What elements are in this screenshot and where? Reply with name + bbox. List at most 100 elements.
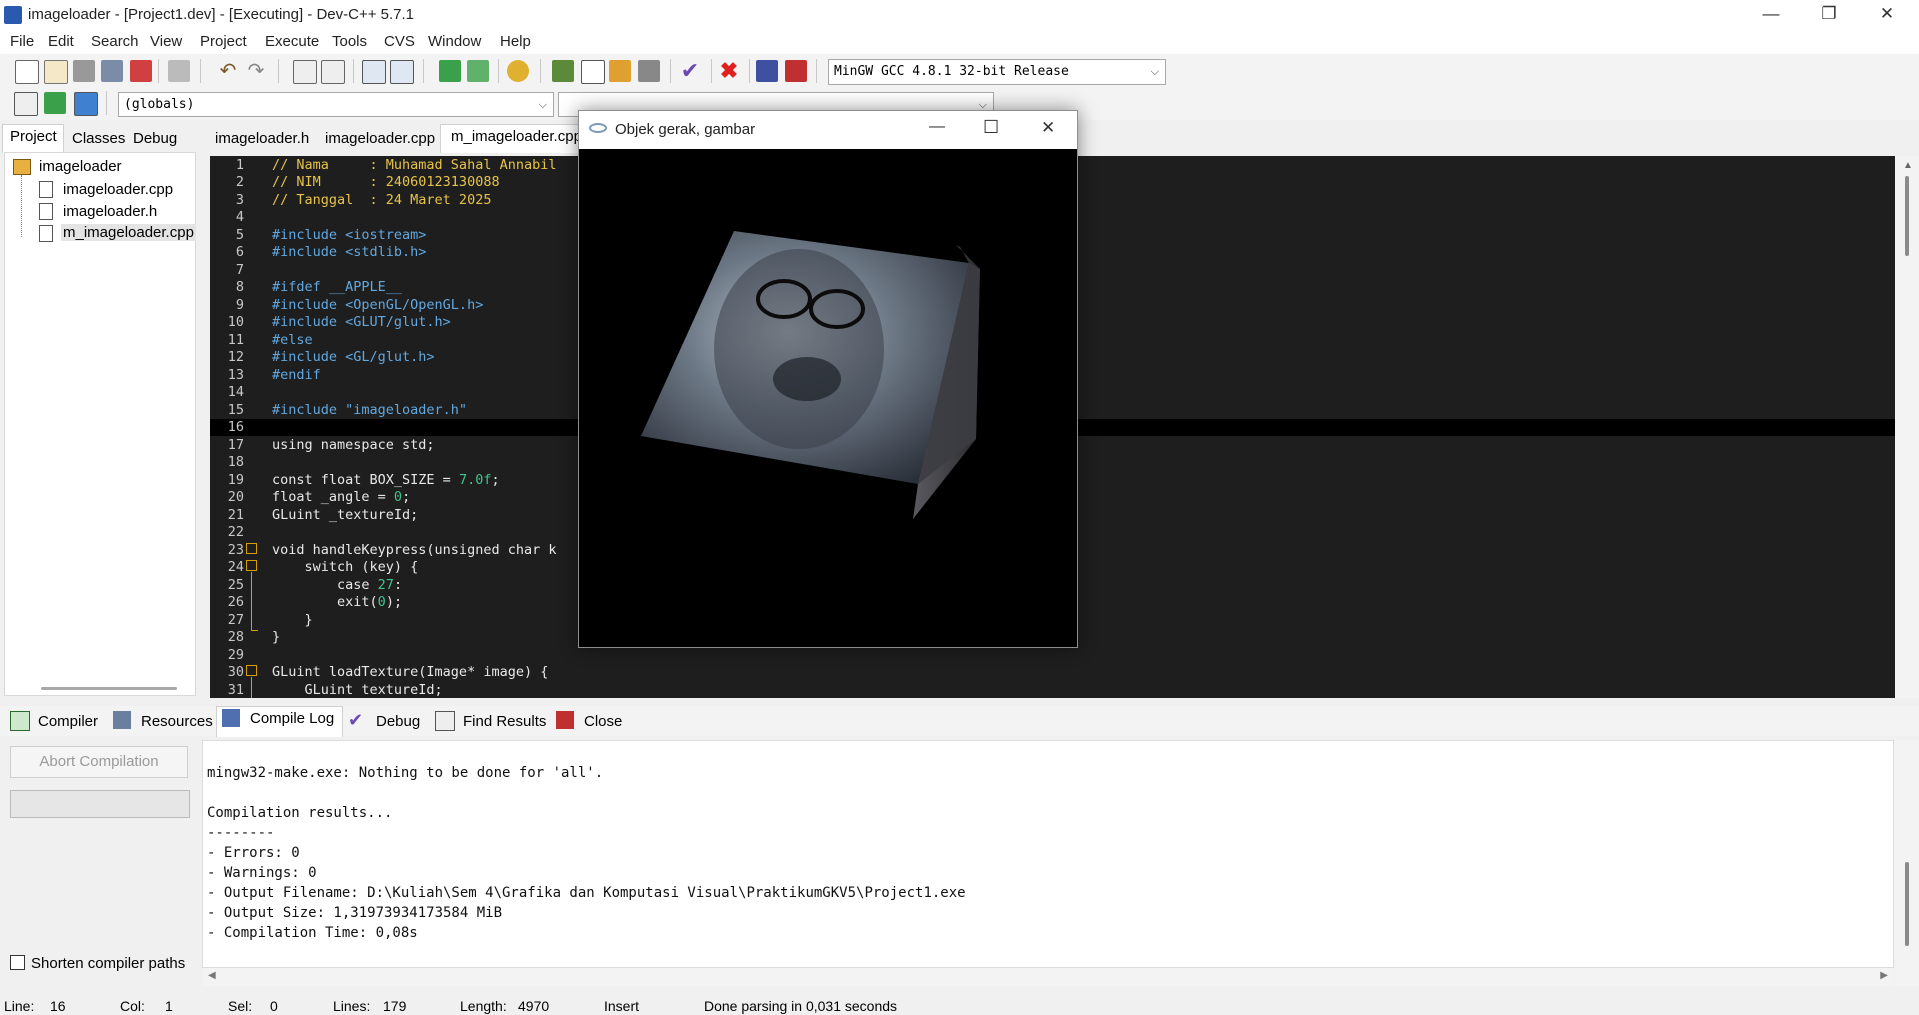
tab-imageloader-cpp[interactable]: imageloader.cpp: [325, 130, 435, 147]
toolbar-separator: [711, 59, 712, 83]
run-icon[interactable]: [581, 60, 605, 84]
scrollbar-thumb[interactable]: [1905, 862, 1909, 946]
line-number: 3: [235, 192, 244, 208]
scroll-right-icon[interactable]: ▶: [1880, 970, 1888, 981]
log-line: - Errors: 0: [207, 845, 300, 861]
tree-file-imageloader-h[interactable]: imageloader.h: [63, 203, 157, 220]
profile-icon[interactable]: [756, 60, 778, 82]
log-hscrollbar[interactable]: ◀ ▶: [202, 968, 1894, 986]
menu-window[interactable]: Window: [428, 33, 481, 50]
code-token: ;: [402, 489, 411, 505]
open-project-icon[interactable]: [44, 60, 68, 84]
line-number: 29: [227, 647, 244, 663]
syntax-check-icon[interactable]: ✔: [679, 60, 701, 82]
fold-marker-icon[interactable]: [246, 543, 257, 554]
compile-log[interactable]: mingw32-make.exe: Nothing to be done for…: [202, 740, 1894, 968]
menu-file[interactable]: File: [10, 33, 34, 50]
indent-icon[interactable]: [362, 60, 386, 84]
tab-imageloader-h[interactable]: imageloader.h: [215, 130, 309, 147]
goto-line-icon[interactable]: [507, 60, 529, 82]
stop-execution-icon[interactable]: ✖: [718, 60, 740, 82]
tab-debug-left[interactable]: Debug: [133, 130, 177, 147]
tree-root-imageloader[interactable]: imageloader: [39, 158, 122, 175]
menu-project[interactable]: Project: [200, 33, 247, 50]
status-insert-mode: Insert: [604, 998, 640, 1014]
scroll-up-icon[interactable]: ▲: [1903, 160, 1913, 171]
status-sel-value: 0: [270, 998, 278, 1014]
fold-marker-icon[interactable]: [246, 665, 257, 676]
log-vscrollbar[interactable]: [1895, 740, 1919, 986]
menu-execute[interactable]: Execute: [265, 33, 319, 50]
code-line: using namespace std;: [272, 437, 435, 453]
save-all-icon[interactable]: [101, 60, 123, 82]
line-number: 11: [227, 332, 244, 348]
glut-window-titlebar[interactable]: Objek gerak, gambar — ☐ ✕: [579, 111, 1077, 149]
glut-close-button[interactable]: ✕: [1041, 118, 1055, 138]
tab-compile-log[interactable]: Compile Log: [250, 710, 334, 727]
glut-maximize-button[interactable]: ☐: [983, 117, 999, 138]
save-icon[interactable]: [73, 60, 95, 82]
glut-minimize-button[interactable]: —: [929, 118, 945, 136]
close-file-icon[interactable]: [130, 60, 152, 82]
shorten-paths-checkbox[interactable]: Shorten compiler paths: [10, 955, 185, 972]
status-line-label: Line:: [4, 998, 35, 1014]
file-icon: [39, 225, 53, 242]
checkbox-box[interactable]: [10, 955, 25, 970]
compiler-select[interactable]: MinGW GCC 4.8.1 32-bit Release ⌵: [828, 59, 1166, 85]
scope-select[interactable]: (globals) ⌵: [118, 92, 554, 117]
fold-marker-icon[interactable]: [246, 560, 257, 571]
line-number: 6: [235, 244, 244, 260]
tab-debug-bottom[interactable]: Debug: [376, 713, 420, 730]
remove-from-project-icon[interactable]: [467, 60, 489, 82]
replace-icon[interactable]: [321, 60, 345, 84]
tree-hscrollbar[interactable]: [41, 687, 177, 690]
toolbar-separator: [106, 91, 107, 115]
tree-file-imageloader-cpp[interactable]: imageloader.cpp: [63, 181, 173, 198]
menu-search[interactable]: Search: [91, 33, 139, 50]
editor-vscrollbar[interactable]: ▲: [1895, 156, 1919, 698]
scrollbar-thumb[interactable]: [1905, 176, 1909, 256]
insert-icon[interactable]: [14, 92, 38, 116]
tab-compiler[interactable]: Compiler: [38, 713, 98, 730]
code-line: // NIM : 24060123130088: [272, 174, 500, 190]
delete-profile-icon[interactable]: [785, 60, 807, 82]
print-icon[interactable]: [168, 60, 190, 82]
new-file-icon[interactable]: [15, 60, 39, 84]
tab-classes[interactable]: Classes: [72, 130, 125, 147]
tab-project[interactable]: Project: [10, 128, 57, 145]
code-token: );: [385, 594, 403, 610]
unindent-icon[interactable]: [390, 60, 414, 84]
add-to-project-icon[interactable]: [439, 60, 461, 82]
restore-button[interactable]: ❐: [1800, 0, 1858, 30]
minimize-button[interactable]: —: [1742, 0, 1800, 30]
menu-cvs[interactable]: CVS: [384, 33, 415, 50]
goto-bookmark-icon[interactable]: [74, 92, 98, 116]
scroll-left-icon[interactable]: ◀: [208, 970, 216, 981]
window-title: imageloader - [Project1.dev] - [Executin…: [28, 6, 415, 23]
glut-window[interactable]: Objek gerak, gambar — ☐ ✕: [578, 110, 1078, 648]
tab-close[interactable]: Close: [584, 713, 622, 730]
glut-app-icon: [589, 123, 607, 133]
menu-view[interactable]: View: [150, 33, 182, 50]
close-button[interactable]: ✕: [1858, 0, 1916, 30]
redo-icon[interactable]: ↷: [245, 60, 267, 82]
menu-help[interactable]: Help: [500, 33, 531, 50]
toggle-bookmark-icon[interactable]: [44, 92, 66, 114]
tree-file-m-imageloader-cpp[interactable]: m_imageloader.cpp: [61, 224, 196, 241]
find-icon[interactable]: [293, 60, 317, 84]
compiler-icon: [10, 711, 30, 731]
compile-run-icon[interactable]: [609, 60, 631, 82]
menu-bar: File Edit Search View Project Execute To…: [0, 30, 1919, 54]
menu-edit[interactable]: Edit: [48, 33, 74, 50]
tab-resources[interactable]: Resources: [141, 713, 213, 730]
tab-find-results[interactable]: Find Results: [463, 713, 546, 730]
resources-icon: [113, 711, 131, 729]
code-token: case: [272, 577, 378, 593]
abort-compilation-button[interactable]: Abort Compilation: [10, 746, 188, 778]
tab-m-imageloader-cpp[interactable]: m_imageloader.cpp: [451, 128, 582, 145]
compile-icon[interactable]: [552, 60, 574, 82]
undo-icon[interactable]: ↶: [217, 60, 239, 82]
rebuild-all-icon[interactable]: [638, 60, 660, 82]
code-line: GLuint loadTexture(Image* image) {: [272, 664, 549, 680]
menu-tools[interactable]: Tools: [332, 33, 367, 50]
